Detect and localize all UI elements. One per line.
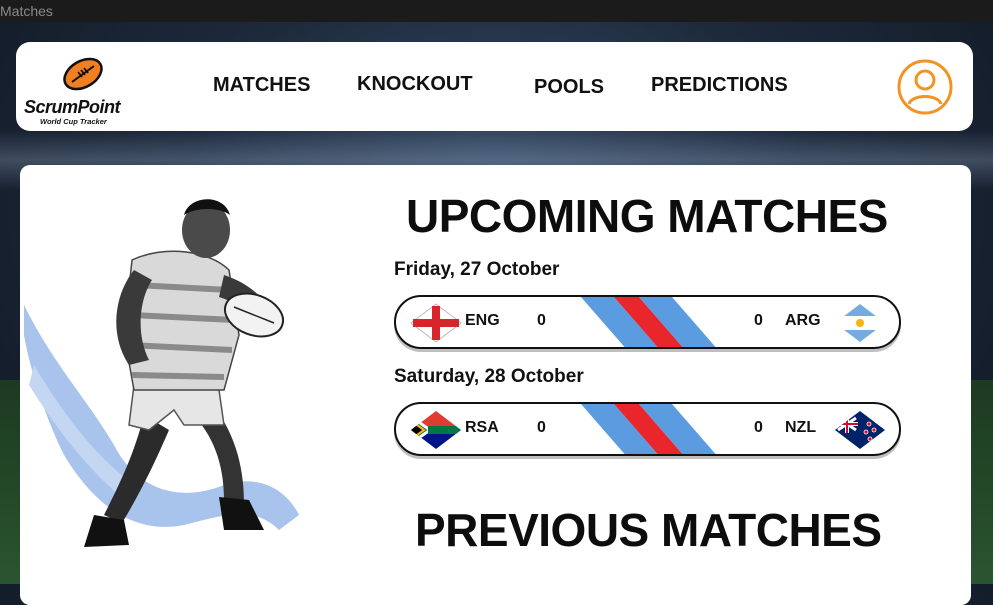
home-team-code: RSA: [465, 419, 499, 436]
match-row-rsa-nzl[interactable]: RSA 0 0 NZL: [394, 402, 901, 456]
away-team-score: 0: [754, 312, 763, 329]
rugby-ball-icon: [63, 57, 103, 91]
window-title: Matches: [0, 0, 993, 22]
nav-pools[interactable]: POOLS: [534, 76, 604, 99]
away-team-code: ARG: [785, 312, 821, 329]
match-date-2: Saturday, 28 October: [394, 366, 584, 387]
nav-matches[interactable]: MATCHES: [213, 74, 310, 97]
match-row-eng-arg[interactable]: ENG 0 0 ARG: [394, 295, 901, 349]
match-date-1: Friday, 27 October: [394, 259, 560, 280]
nav-knockout[interactable]: KNOCKOUT: [357, 73, 473, 96]
new-zealand-flag-icon: [835, 411, 885, 449]
england-flag-icon: [410, 303, 462, 343]
top-navbar: ScrumPoint World Cup Tracker MATCHES KNO…: [16, 42, 973, 131]
match-stripes-decoration: [581, 404, 716, 454]
brand-logo[interactable]: ScrumPoint World Cup Tracker: [24, 48, 134, 126]
south-africa-flag-icon: [411, 411, 461, 449]
away-team-code: NZL: [785, 419, 817, 436]
upcoming-matches-heading: UPCOMING MATCHES: [406, 190, 888, 242]
home-team-score: 0: [537, 419, 546, 436]
home-team-code: ENG: [465, 312, 500, 329]
rugby-player-illustration: [24, 199, 299, 547]
brand-tagline: World Cup Tracker: [40, 117, 107, 126]
brand-name: ScrumPoint: [24, 97, 121, 117]
home-team-score: 0: [537, 312, 546, 329]
nav-predictions[interactable]: PREDICTIONS: [651, 74, 788, 97]
previous-matches-heading: PREVIOUS MATCHES: [415, 504, 882, 556]
argentina-flag-icon: [835, 304, 885, 342]
matches-card: UPCOMING MATCHES Friday, 27 October ENG …: [20, 165, 971, 605]
away-team-score: 0: [754, 419, 763, 436]
user-profile-icon[interactable]: [896, 58, 954, 116]
match-stripes-decoration: [581, 297, 716, 347]
